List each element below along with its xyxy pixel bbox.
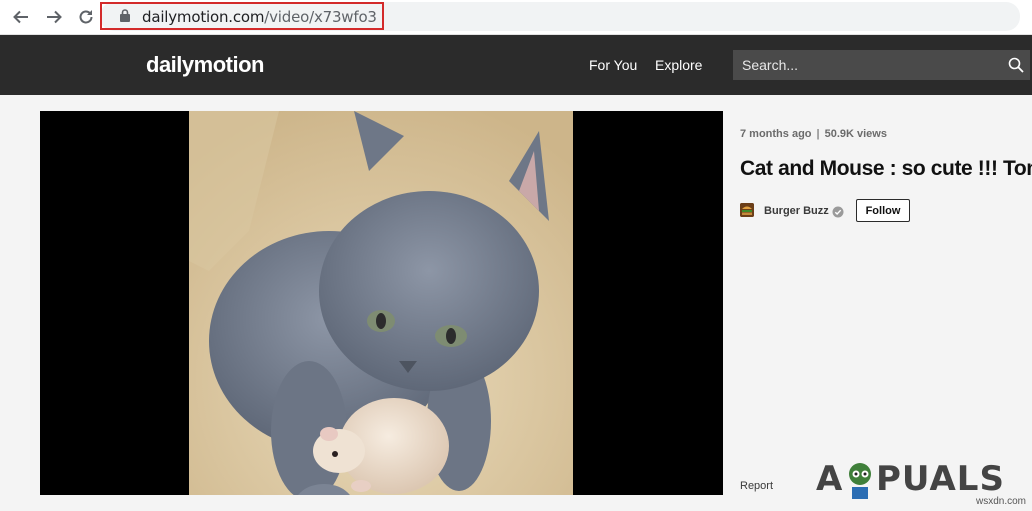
meta-separator: | — [816, 128, 820, 140]
watermark-site: wsxdn.com — [976, 496, 1027, 507]
video-title: Cat and Mouse : so cute !!! Tom — [740, 157, 1032, 180]
browser-toolbar: dailymotion.com/video/x73wfo3 — [0, 0, 1032, 35]
site-header: dailymotion For You Explore — [0, 35, 1032, 95]
nav-explore[interactable]: Explore — [655, 57, 702, 73]
upload-age: 7 months ago — [740, 128, 812, 140]
svg-text:A: A — [816, 459, 843, 499]
forward-arrow-icon[interactable] — [42, 5, 66, 29]
reload-icon[interactable] — [74, 5, 98, 29]
channel-avatar[interactable] — [740, 203, 754, 217]
video-player[interactable] — [40, 111, 723, 495]
svg-text:PUALS: PUALS — [876, 459, 1005, 499]
report-link[interactable]: Report — [740, 480, 773, 492]
url-highlight-box — [100, 2, 384, 30]
channel-name[interactable]: Burger Buzz — [764, 205, 829, 217]
video-meta: 7 months ago | 50.9K views — [740, 128, 887, 140]
video-frame[interactable] — [189, 111, 573, 495]
appuals-watermark-image: A PUALS — [816, 459, 1005, 499]
search-box — [733, 50, 1030, 80]
verified-icon — [832, 205, 844, 223]
kitten-hamster-image — [189, 111, 573, 495]
view-count: 50.9K views — [824, 128, 887, 140]
search-icon[interactable] — [1008, 57, 1024, 78]
back-arrow-icon[interactable] — [9, 5, 33, 29]
nav-for-you[interactable]: For You — [589, 57, 637, 73]
dailymotion-logo[interactable]: dailymotion — [146, 52, 264, 78]
follow-button[interactable]: Follow — [856, 199, 910, 222]
search-input[interactable] — [733, 50, 998, 80]
